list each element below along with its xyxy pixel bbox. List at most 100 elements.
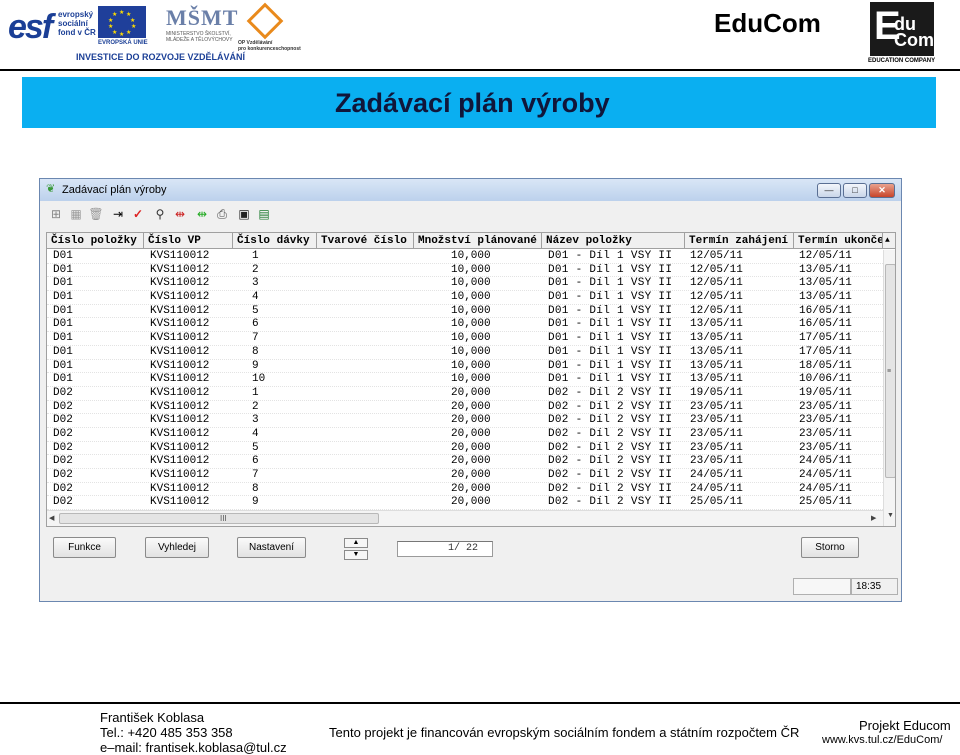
table-row[interactable]: D02 KVS110012 4 20,000 D02 - Díl 2 VSY II 23/…: [47, 428, 883, 442]
cell-qty: 20,000: [451, 455, 491, 468]
print-icon[interactable]: ⎙: [214, 206, 230, 222]
minimize-button[interactable]: —: [817, 183, 841, 198]
close-button[interactable]: ✕: [869, 183, 895, 198]
window-icon[interactable]: ▣: [236, 206, 252, 222]
table-row[interactable]: D02 KVS110012 6 20,000 D02 - Díl 2 VSY II 23/…: [47, 455, 883, 469]
cell-start: 12/05/11: [690, 291, 743, 304]
vertical-scrollbar[interactable]: ≡ ▼: [883, 250, 895, 526]
app-window: ❦ Zadávací plán výroby — □ ✕ ⊞ ▦ 🗑 ⇥ ✓ ⚲…: [39, 178, 902, 602]
window-titlebar[interactable]: ❦ Zadávací plán výroby — □ ✕: [40, 179, 901, 201]
table-row[interactable]: D01 KVS110012 6 10,000 D01 - Díl 1 VSY II 13/…: [47, 318, 883, 333]
cell-start: 19/05/11: [690, 386, 743, 399]
footer-author: František Koblasa: [100, 710, 205, 725]
excel-icon[interactable]: ▤: [256, 206, 272, 222]
msmt-text: MINISTERSTVO ŠKOLSTVÍ, MLÁDEŽE A TĚLOVÝC…: [166, 31, 238, 43]
table-row[interactable]: D02 KVS110012 3 20,000 D02 - Díl 2 VSY II 23/…: [47, 414, 883, 428]
search-icon[interactable]: ⚲: [152, 206, 168, 222]
table-row[interactable]: D02 KVS110012 9 20,000 D02 - Díl 2 VSY II 25/…: [47, 496, 883, 511]
col-cislo-polozky[interactable]: Číslo položky: [47, 233, 144, 249]
cell-name: D01 - Díl 1 VSY II: [548, 277, 673, 290]
split-red-icon[interactable]: ⇹: [172, 206, 188, 222]
footer-url[interactable]: www.kvs.tul.cz/EduCom/: [822, 734, 942, 746]
record-counter: 1/ 22: [397, 541, 493, 557]
table-row[interactable]: D01 KVS110012 4 10,000 D01 - Díl 1 VSY II 12/…: [47, 291, 883, 305]
cell-vp: KVS110012: [150, 250, 210, 262]
cell-batch: 2: [252, 263, 259, 276]
cell-name: D01 - Díl 1 VSY II: [548, 373, 673, 386]
add-row-icon[interactable]: ⊞: [48, 206, 64, 222]
grid-icon[interactable]: ▦: [68, 206, 84, 222]
cell-name: D02 - Díl 2 VSY II: [548, 469, 673, 481]
table-row[interactable]: D01 KVS110012 2 10,000 D01 - Díl 1 VSY II 12/…: [47, 264, 883, 278]
record-stepper[interactable]: ▲ ▼: [344, 538, 368, 560]
col-termin-zahajeni[interactable]: Termín zahájení: [685, 233, 794, 249]
vyhledej-button[interactable]: Vyhledej: [145, 537, 209, 558]
cell-qty: 10,000: [451, 359, 491, 372]
vertical-grip-icon: ≡: [887, 368, 892, 375]
scroll-down-arrow-icon[interactable]: ▼: [887, 512, 894, 519]
col-cislo-davky[interactable]: Číslo dávky: [233, 233, 317, 249]
cell-name: D02 - Díl 2 VSY II: [548, 455, 673, 468]
cell-start: 23/05/11: [690, 414, 743, 427]
stepper-up-icon[interactable]: ▲: [344, 538, 368, 548]
scroll-right-arrow-icon[interactable]: ▶: [871, 514, 876, 522]
cell-end: 13/05/11: [799, 291, 852, 304]
table-row[interactable]: D01 KVS110012 10 10,000 D01 - Díl 1 VSY II 13…: [47, 373, 883, 387]
cell-name: D02 - Díl 2 VSY II: [548, 441, 673, 454]
footer-email: e–mail: frantisek.koblasa@tul.cz: [100, 740, 287, 755]
stepper-down-icon[interactable]: ▼: [344, 550, 368, 560]
cell-qty: 10,000: [451, 345, 491, 358]
funkce-button[interactable]: Funkce: [53, 537, 116, 558]
cell-name: D02 - Díl 2 VSY II: [548, 414, 673, 427]
col-nazev-polozky[interactable]: Název položky: [542, 233, 685, 249]
cell-qty: 20,000: [451, 482, 491, 495]
delete-icon[interactable]: 🗑: [88, 206, 104, 222]
table-row[interactable]: D02 KVS110012 5 20,000 D02 - Díl 2 VSY II 23/…: [47, 442, 883, 456]
op-line-2: pro konkurenceschopnost: [238, 46, 301, 52]
col-termin-ukonceni[interactable]: Termín ukonče: [794, 233, 883, 249]
cell-start: 13/05/11: [690, 373, 743, 386]
cell-name: D01 - Díl 1 VSY II: [548, 263, 673, 276]
scroll-up-arrow-icon[interactable]: ▲: [883, 233, 895, 249]
split-green-icon[interactable]: ⇹: [194, 206, 210, 222]
cell-start: 12/05/11: [690, 250, 743, 262]
table-row[interactable]: D02 KVS110012 8 20,000 D02 - Díl 2 VSY II 24/…: [47, 483, 883, 497]
cell-name: D02 - Díl 2 VSY II: [548, 400, 673, 413]
horizontal-scroll-thumb[interactable]: III: [59, 513, 379, 524]
data-grid[interactable]: Číslo položky Číslo VP Číslo dávky Tvaro…: [46, 232, 896, 527]
cell-qty: 20,000: [451, 400, 491, 413]
cell-item: D01: [53, 318, 73, 331]
cell-vp: KVS110012: [150, 386, 210, 399]
storno-button[interactable]: Storno: [801, 537, 859, 558]
table-row[interactable]: D01 KVS110012 3 10,000 D01 - Díl 1 VSY II 12/…: [47, 277, 883, 292]
op-logo: OP Vzdělávání pro konkurenceschopnost: [238, 2, 301, 52]
cell-vp: KVS110012: [150, 400, 210, 413]
table-row[interactable]: D01 KVS110012 9 10,000 D01 - Díl 1 VSY II 13/…: [47, 360, 883, 374]
horizontal-scrollbar[interactable]: ◀ III ▶: [47, 510, 883, 526]
cell-end: 12/05/11: [799, 250, 852, 262]
nastaveni-button[interactable]: Nastavení: [237, 537, 306, 558]
col-cislo-vp[interactable]: Číslo VP: [144, 233, 233, 249]
cell-item: D02: [53, 386, 73, 399]
table-row[interactable]: D01 KVS110012 5 10,000 D01 - Díl 1 VSY II 12/…: [47, 305, 883, 319]
table-row[interactable]: D02 KVS110012 7 20,000 D02 - Díl 2 VSY II 24/…: [47, 469, 883, 483]
cell-item: D01: [53, 291, 73, 304]
table-row[interactable]: D01 KVS110012 7 10,000 D01 - Díl 1 VSY II 13/…: [47, 332, 883, 346]
col-mnozstvi[interactable]: Množství plánované: [414, 233, 542, 249]
table-row[interactable]: D01 KVS110012 8 10,000 D01 - Díl 1 VSY II 13/…: [47, 346, 883, 360]
table-row[interactable]: D02 KVS110012 1 20,000 D02 - Díl 2 VSY II 19/…: [47, 387, 883, 401]
toolbar: ⊞ ▦ 🗑 ⇥ ✓ ⚲ ⇹ ⇹ ⎙ ▣ ▤: [40, 201, 901, 227]
footer-divider: [0, 702, 960, 704]
cell-qty: 10,000: [451, 332, 491, 345]
maximize-button[interactable]: □: [843, 183, 867, 198]
cell-batch: 6: [252, 455, 259, 468]
table-row[interactable]: D01 KVS110012 1 10,000 D01 - Díl 1 VSY II 12/…: [47, 250, 883, 264]
col-tvarove-cislo[interactable]: Tvarové číslo: [317, 233, 414, 249]
scroll-left-arrow-icon[interactable]: ◀: [49, 514, 54, 522]
educom-com: Com: [894, 30, 934, 50]
table-row[interactable]: D02 KVS110012 2 20,000 D02 - Díl 2 VSY II 23/…: [47, 401, 883, 415]
cell-item: D01: [53, 373, 73, 386]
insert-icon[interactable]: ⇥: [110, 206, 126, 222]
cell-qty: 10,000: [451, 263, 491, 276]
check-icon[interactable]: ✓: [130, 206, 146, 222]
